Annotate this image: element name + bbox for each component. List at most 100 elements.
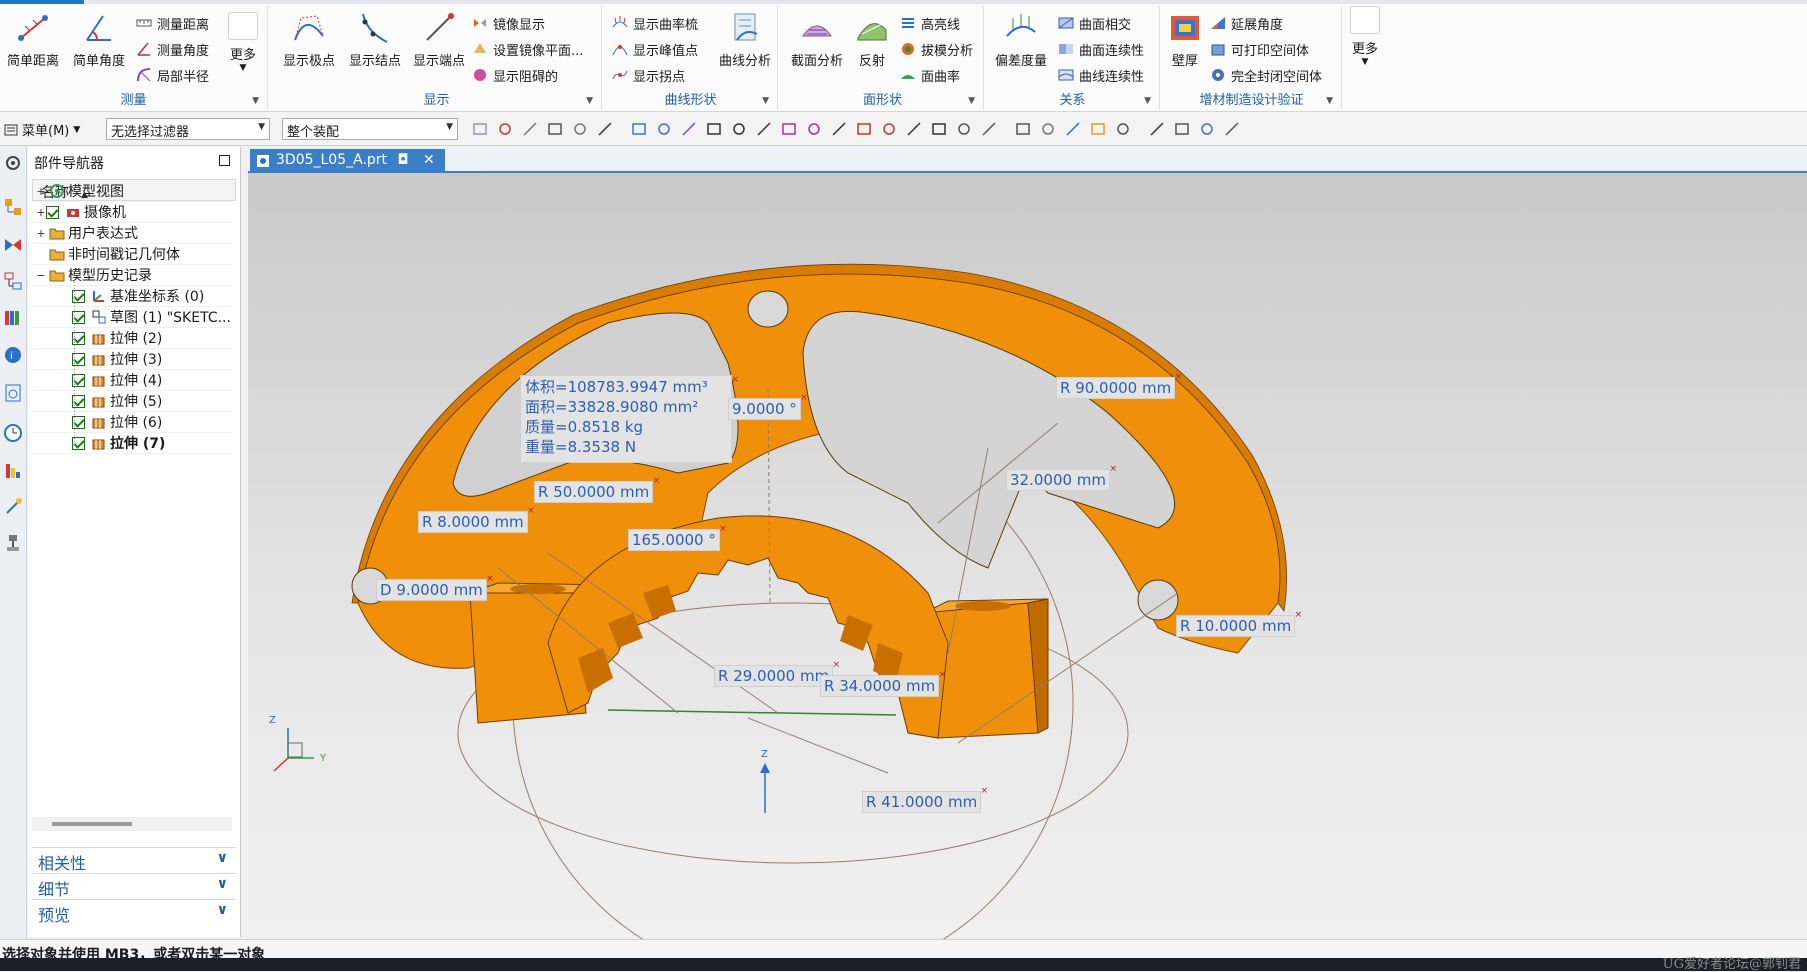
- tree-node[interactable]: 非时间戳记几何体: [32, 244, 232, 265]
- selection-scope-select[interactable]: 整个装配 ▼: [282, 118, 458, 140]
- intersect-select-icon[interactable]: [547, 121, 563, 137]
- simple-distance-button[interactable]: 简单距离: [2, 8, 64, 80]
- tree-node[interactable]: 拉伸 (5): [32, 391, 232, 412]
- annotation-close-icon[interactable]: ×: [833, 660, 841, 670]
- rotate-view-icon[interactable]: [1065, 121, 1081, 137]
- section-analysis-button[interactable]: 截面分析: [786, 8, 848, 80]
- annotation-close-icon[interactable]: ×: [486, 574, 494, 584]
- more-tools-icon[interactable]: [1224, 121, 1240, 137]
- assembly-navigator-icon[interactable]: [3, 197, 23, 217]
- settings-gear-icon[interactable]: [3, 153, 23, 173]
- part-navigator-icon[interactable]: [3, 271, 23, 291]
- active-ribbon-tab[interactable]: [0, 0, 84, 4]
- scrollbar-thumb[interactable]: [52, 822, 132, 826]
- show-curvature-comb-button[interactable]: 显示曲率梳: [612, 12, 698, 34]
- show-obstruction-button[interactable]: 显示阻碍的: [472, 64, 558, 86]
- type-filter-select[interactable]: 无选择过滤器 ▼: [106, 118, 270, 140]
- highlight-lines-button[interactable]: 高亮线: [900, 12, 960, 34]
- snap-face-icon[interactable]: [931, 121, 947, 137]
- face-continuity-button[interactable]: 曲面连续性: [1058, 38, 1144, 60]
- orient-view-icon[interactable]: [1115, 121, 1131, 137]
- face-curvature-button[interactable]: 面曲率: [900, 64, 960, 86]
- tree-node[interactable]: 拉伸 (7): [32, 433, 232, 454]
- tree-node[interactable]: + 用户表达式: [32, 223, 232, 244]
- dimension-label-r29[interactable]: R 29.0000 mm ×: [714, 660, 840, 687]
- annotation-close-icon[interactable]: ×: [1109, 464, 1117, 474]
- dimension-label-r8[interactable]: R 8.0000 mm ×: [418, 506, 535, 533]
- wall-thickness-button[interactable]: 壁厚: [1162, 8, 1208, 80]
- annotation-close-icon[interactable]: ×: [981, 786, 989, 796]
- visibility-checkbox[interactable]: [46, 205, 59, 219]
- graphics-window[interactable]: Z Y Z 体积=108783.9947 mm³ 面积=33828.9080 m…: [248, 173, 1807, 939]
- select-all-icon[interactable]: [472, 121, 488, 137]
- annotation-close-icon[interactable]: ×: [800, 393, 808, 403]
- snap-bounded-icon[interactable]: [956, 121, 972, 137]
- expand-toggle-icon[interactable]: +: [36, 206, 46, 219]
- dimension-label-d9[interactable]: D 9.0000 mm ×: [376, 574, 494, 601]
- section-view-icon[interactable]: [1149, 121, 1165, 137]
- tree-node[interactable]: + 摄像机: [32, 202, 232, 223]
- mass-properties-annotation[interactable]: 体积=108783.9947 mm³ 面积=33828.9080 mm² 质量=…: [520, 375, 739, 463]
- hd3d-tools-icon[interactable]: i: [3, 345, 23, 365]
- web-browser-icon[interactable]: [3, 383, 23, 403]
- printable-volume-button[interactable]: 可打印空间体: [1210, 38, 1309, 60]
- overhang-angle-button[interactable]: 延展角度: [1210, 12, 1283, 34]
- tree-node[interactable]: + 模型视图: [32, 181, 232, 202]
- additive-more-button[interactable]: 更多 ▼: [1344, 4, 1386, 82]
- snap-center-icon[interactable]: [831, 121, 847, 137]
- zoom-window-icon[interactable]: [1040, 121, 1056, 137]
- snap-quadrant-icon[interactable]: [856, 121, 872, 137]
- panel-preview[interactable]: 预览 ∨: [32, 899, 236, 925]
- wireframe-view-icon[interactable]: [656, 121, 672, 137]
- expand-toggle-icon[interactable]: +: [36, 227, 46, 240]
- dimension-label-r50[interactable]: R 50.0000 mm ×: [534, 476, 660, 503]
- constraint-navigator-icon[interactable]: [3, 235, 23, 255]
- process-studio-icon[interactable]: [3, 461, 23, 481]
- dimension-label-r10[interactable]: R 10.0000 mm ×: [1176, 610, 1302, 637]
- role-robot-icon[interactable]: [3, 533, 23, 553]
- menu-button[interactable]: 菜单(M) ▼: [4, 120, 80, 139]
- curve-continuity-button[interactable]: 曲线连续性: [1058, 64, 1144, 86]
- tree-node[interactable]: 拉伸 (6): [32, 412, 232, 433]
- show-peak-button[interactable]: 显示峰值点: [612, 38, 698, 60]
- group-menu-arrow-icon[interactable]: ▼: [1326, 96, 1333, 106]
- dimension-label-angle-9[interactable]: 9.0000 ° ×: [728, 393, 808, 420]
- local-radius-button[interactable]: 局部半径: [136, 64, 209, 86]
- history-clock-icon[interactable]: [3, 423, 23, 443]
- deselect-icon[interactable]: [497, 121, 513, 137]
- annotation-close-icon[interactable]: ×: [653, 476, 661, 486]
- group-menu-arrow-icon[interactable]: ▼: [762, 96, 769, 106]
- curve-analysis-button[interactable]: 曲线分析: [714, 8, 776, 80]
- tree-node[interactable]: 基准坐标系 (0): [32, 286, 232, 307]
- expand-toggle-icon[interactable]: +: [36, 185, 46, 198]
- reflection-button[interactable]: 反射: [848, 8, 896, 80]
- snap-line-icon[interactable]: [706, 121, 722, 137]
- annotation-close-icon[interactable]: ×: [1175, 372, 1183, 382]
- dimension-label-d32[interactable]: 32.0000 mm ×: [1006, 464, 1117, 491]
- snap-curve-icon[interactable]: [731, 121, 747, 137]
- tree-node[interactable]: 拉伸 (3): [32, 349, 232, 370]
- snap-intersection-icon[interactable]: [806, 121, 822, 137]
- annotation-close-icon[interactable]: ×: [1295, 610, 1303, 620]
- tree-node[interactable]: 拉伸 (2): [32, 328, 232, 349]
- snap-on-curve-icon[interactable]: [906, 121, 922, 137]
- closed-volume-button[interactable]: 完全封闭空间体: [1210, 64, 1322, 86]
- snap-midpoint-icon[interactable]: [681, 121, 697, 137]
- document-tab[interactable]: 3D05_L05_A.prt ◘ ✕: [250, 149, 445, 173]
- show-knots-button[interactable]: 显示结点: [344, 8, 406, 80]
- dimension-label-r90[interactable]: R 90.0000 mm ×: [1056, 372, 1182, 399]
- measure-more-button[interactable]: 更多 ▼: [222, 10, 264, 88]
- tree-node[interactable]: 拉伸 (4): [32, 370, 232, 391]
- measure-angle-button[interactable]: 测量角度: [136, 38, 209, 60]
- tree-node[interactable]: − 模型历史记录: [32, 265, 232, 286]
- group-menu-arrow-icon[interactable]: ▼: [586, 96, 593, 106]
- snap-point-icon[interactable]: [881, 121, 897, 137]
- edit-section-icon[interactable]: [1174, 121, 1190, 137]
- expand-toggle-icon[interactable]: −: [36, 269, 46, 282]
- snap-layer-icon[interactable]: [981, 121, 997, 137]
- annotation-close-icon[interactable]: ×: [939, 670, 947, 680]
- mirror-display-button[interactable]: 镜像显示: [472, 12, 545, 34]
- panel-dependencies[interactable]: 相关性 ∨: [32, 847, 236, 873]
- set-mirror-plane-button[interactable]: 设置镜像平面...: [472, 38, 583, 60]
- group-menu-arrow-icon[interactable]: ▼: [252, 96, 259, 106]
